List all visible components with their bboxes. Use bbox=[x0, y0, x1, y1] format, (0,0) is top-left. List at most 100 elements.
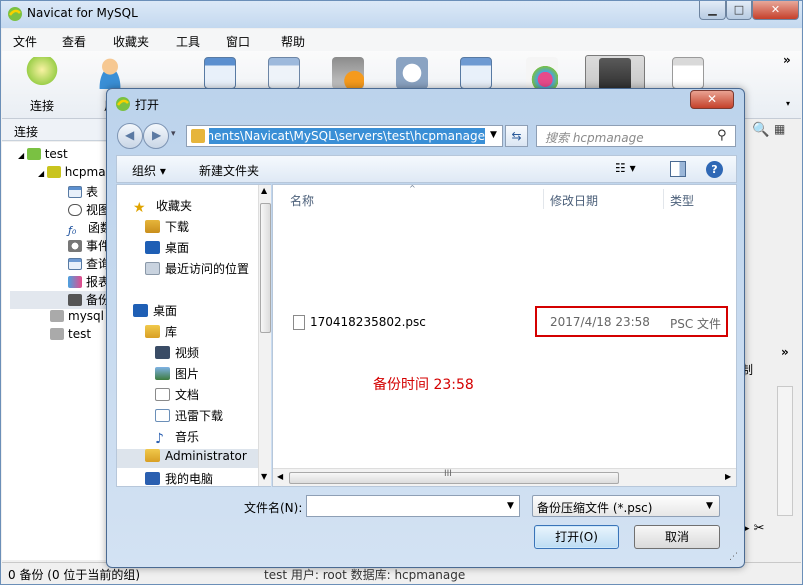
nav-item-music[interactable]: ♪ 音乐 bbox=[155, 428, 199, 447]
connect-tool-label: 连接 bbox=[29, 99, 54, 113]
file-name[interactable]: 170418235802.psc bbox=[310, 315, 426, 329]
navicat-logo-icon bbox=[8, 7, 22, 21]
nav-item-desktop[interactable]: 桌面 bbox=[133, 302, 177, 321]
document-icon bbox=[155, 388, 170, 401]
file-icon bbox=[293, 315, 305, 330]
menu-favorites[interactable]: 收藏夹 bbox=[113, 33, 149, 50]
scroll-up-icon[interactable]: ▲ bbox=[261, 186, 267, 195]
right-panel-tab[interactable]: » 制 bbox=[741, 345, 799, 379]
file-list-hscrollbar[interactable]: ◀ III ▶ bbox=[273, 468, 736, 486]
resize-grip-icon[interactable]: ⋰ bbox=[729, 552, 738, 562]
menu-view[interactable]: 查看 bbox=[62, 33, 86, 50]
tree-item-reports[interactable]: 报表 bbox=[68, 273, 110, 291]
tree-item-tables[interactable]: 表 bbox=[68, 183, 98, 201]
search-icon[interactable]: ⚲ bbox=[717, 128, 727, 143]
nav-item-library[interactable]: 库 bbox=[145, 323, 177, 342]
column-divider[interactable] bbox=[543, 189, 544, 209]
nav-item-computer[interactable]: 我的电脑 bbox=[145, 470, 213, 489]
nav-item-desktop-fav[interactable]: 桌面 bbox=[145, 239, 189, 258]
expand-arrow-icon[interactable]: ◢ bbox=[18, 151, 27, 160]
nav-item-downloads[interactable]: 下载 bbox=[145, 218, 189, 237]
navicat-logo-icon bbox=[116, 97, 130, 111]
search-icon[interactable]: 🔍 bbox=[752, 122, 769, 138]
organize-button[interactable]: 组织 ▾ bbox=[132, 162, 166, 179]
minimize-button[interactable]: ▁ bbox=[699, 1, 726, 20]
filename-input[interactable]: ▼ bbox=[306, 495, 520, 517]
nav-pane-scrollbar[interactable]: ▲ ▼ bbox=[258, 185, 271, 486]
forward-button[interactable]: ▶ bbox=[143, 123, 169, 149]
expand-arrow-icon[interactable]: ◢ bbox=[38, 169, 47, 178]
right-panel-scrollbar[interactable] bbox=[777, 386, 793, 516]
address-bar[interactable]: ments\Navicat\MySQL\servers\test\hcpmana… bbox=[186, 125, 503, 147]
nav-item-recent[interactable]: 最近访问的位置 bbox=[145, 260, 249, 279]
filter-dropdown-icon[interactable]: ▼ bbox=[706, 501, 713, 511]
address-dropdown-icon[interactable]: ▼ bbox=[490, 130, 497, 140]
nav-item-administrator[interactable]: Administrator bbox=[117, 449, 258, 468]
filename-dropdown-icon[interactable]: ▼ bbox=[507, 501, 514, 511]
nav-scroll-thumb[interactable] bbox=[260, 203, 271, 333]
connect-tool-button[interactable]: 连接 bbox=[12, 55, 72, 115]
column-header-name[interactable]: 名称 bbox=[290, 192, 314, 209]
column-divider[interactable] bbox=[663, 189, 664, 209]
connection-panel-header: 连接 bbox=[2, 119, 112, 141]
refresh-button[interactable]: ⇆ bbox=[505, 125, 528, 147]
scroll-down-icon[interactable]: ▼ bbox=[261, 472, 267, 481]
recent-locations-dropdown-icon[interactable]: ▾ bbox=[171, 129, 176, 139]
column-header-modified[interactable]: 修改日期 bbox=[550, 192, 598, 209]
new-folder-button[interactable]: 新建文件夹 bbox=[199, 162, 259, 179]
nav-item-thunder[interactable]: 迅雷下载 bbox=[155, 407, 223, 426]
toolbar-overflow-icon[interactable]: » bbox=[783, 53, 791, 67]
right-panel-overflow-icon[interactable]: » bbox=[781, 345, 789, 359]
tree-item-events[interactable]: 事件 bbox=[68, 237, 110, 255]
menu-window[interactable]: 窗口 bbox=[226, 33, 250, 50]
tree-item-mysql[interactable]: mysql bbox=[50, 309, 104, 327]
music-icon: ♪ bbox=[155, 431, 164, 447]
file-type-filter[interactable]: 备份压缩文件 (*.psc) ▼ bbox=[532, 495, 720, 517]
status-backup-count: 0 备份 (0 位于当前的组) bbox=[8, 568, 141, 582]
folder-icon bbox=[191, 129, 205, 143]
nav-item-videos[interactable]: 视频 bbox=[155, 344, 199, 363]
download-folder-icon bbox=[145, 220, 160, 233]
menu-tools[interactable]: 工具 bbox=[176, 33, 200, 50]
hscroll-thumb[interactable] bbox=[289, 472, 619, 484]
tree-item-views[interactable]: 视图 bbox=[68, 201, 110, 219]
view-options-icon[interactable]: ☷ ▾ bbox=[615, 161, 636, 175]
scroll-right-icon[interactable]: ▶ bbox=[725, 472, 731, 481]
database-icon bbox=[50, 310, 64, 322]
tree-item-queries[interactable]: 查询 bbox=[68, 255, 110, 273]
tools-icon[interactable]: ✂ bbox=[754, 521, 765, 536]
maximize-button[interactable]: □ bbox=[726, 1, 752, 20]
scroll-left-icon[interactable]: ◀ bbox=[277, 472, 283, 481]
picture-icon bbox=[155, 367, 170, 380]
nav-item-documents[interactable]: 文档 bbox=[155, 386, 199, 405]
dialog-close-button[interactable]: ✕ bbox=[690, 90, 734, 109]
title-bar: Navicat for MySQL ▁ □ ✕ bbox=[1, 1, 802, 28]
highlight-box bbox=[535, 306, 728, 337]
tree-item-hcpmanage[interactable]: ◢ hcpma bbox=[38, 165, 106, 183]
search-input[interactable]: 搜索 hcpmanage ⚲ bbox=[536, 125, 736, 147]
search-placeholder: 搜索 hcpmanage bbox=[545, 131, 644, 145]
tree-item-test-connection[interactable]: ◢ test bbox=[18, 147, 68, 165]
menu-file[interactable]: 文件 bbox=[13, 33, 37, 50]
tree-item-backups[interactable]: 备份 bbox=[10, 291, 112, 309]
back-arrow-icon: ◀ bbox=[125, 128, 135, 142]
toolbar-dropdown-icon[interactable]: ▾ bbox=[786, 99, 790, 108]
column-header-type[interactable]: 类型 bbox=[670, 192, 694, 209]
close-button[interactable]: ✕ bbox=[752, 1, 799, 20]
report-icon bbox=[68, 276, 82, 288]
tree-item-test-db[interactable]: test bbox=[50, 327, 91, 345]
cancel-button[interactable]: 取消 bbox=[634, 525, 720, 549]
grid-view-icon[interactable]: ▦ bbox=[774, 122, 785, 136]
navigation-pane: ★ 收藏夹 下载 桌面 最近访问的位置 桌面 库 视频 图片 文档 迅雷下载 ♪ 音… bbox=[116, 184, 271, 487]
function-icon: ƒ₀ bbox=[68, 224, 77, 237]
back-button[interactable]: ◀ bbox=[117, 123, 143, 149]
database-icon bbox=[46, 166, 61, 178]
nav-item-pictures[interactable]: 图片 bbox=[155, 365, 199, 384]
open-button[interactable]: 打开(O) bbox=[534, 525, 619, 549]
preview-pane-icon[interactable] bbox=[670, 161, 686, 177]
menu-help[interactable]: 帮助 bbox=[281, 33, 305, 50]
help-icon[interactable]: ? bbox=[706, 161, 723, 178]
address-path[interactable]: ments\Navicat\MySQL\servers\test\hcpmana… bbox=[209, 128, 485, 144]
menu-bar: 文件 查看 收藏夹 工具 窗口 帮助 bbox=[2, 29, 801, 51]
nav-item-favorites[interactable]: ★ 收藏夹 bbox=[133, 197, 192, 216]
